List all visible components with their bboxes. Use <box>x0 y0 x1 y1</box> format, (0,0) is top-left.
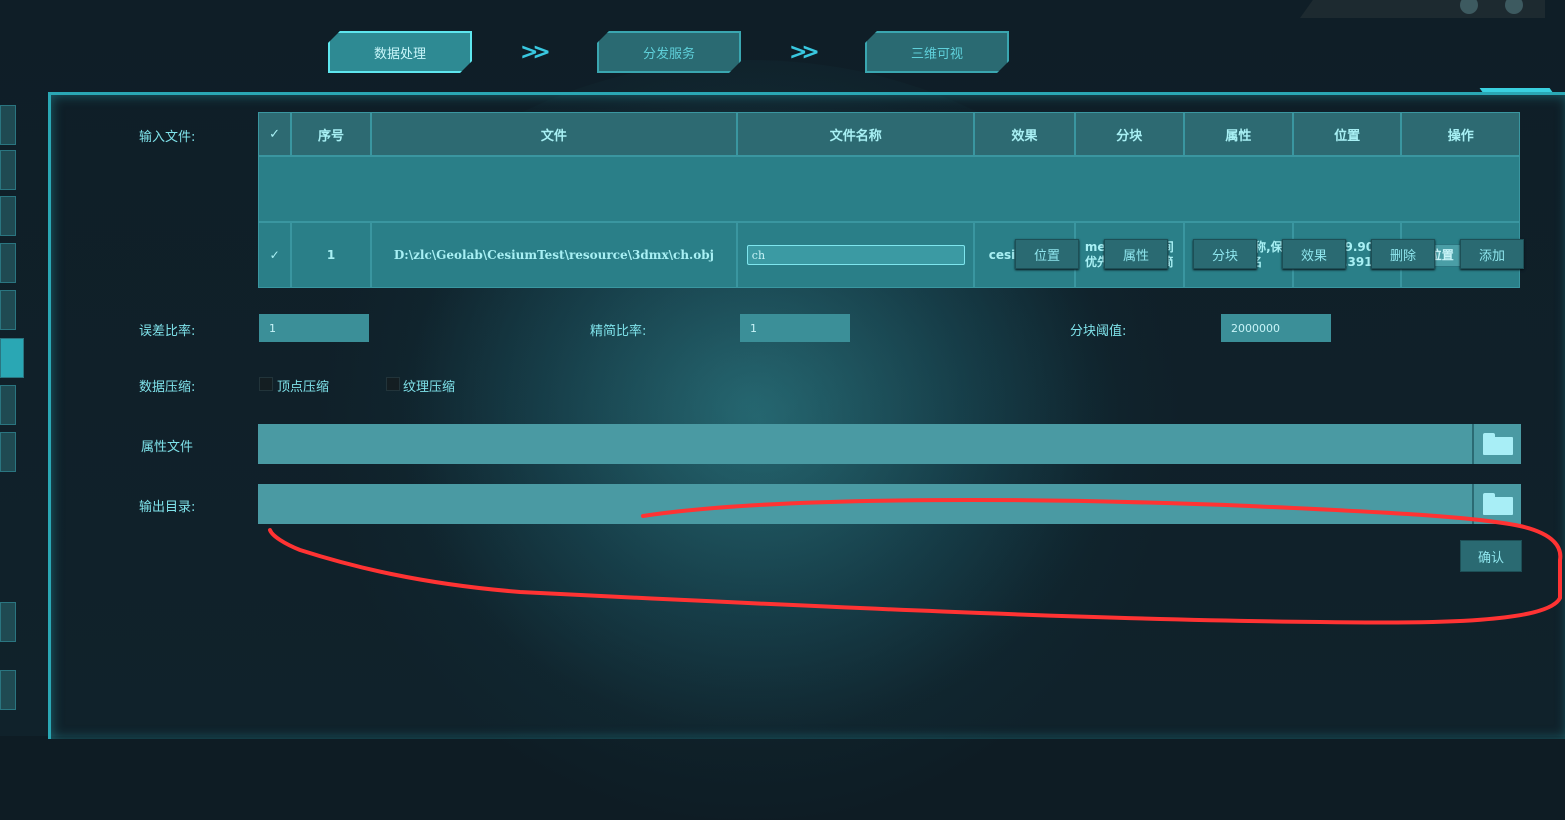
annotation-stroke <box>268 498 1563 625</box>
red-annotation-outline <box>268 498 1563 625</box>
